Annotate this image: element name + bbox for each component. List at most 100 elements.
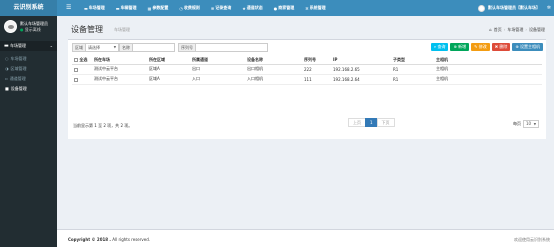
square-icon: ▫	[5, 76, 8, 81]
star-icon: ★	[242, 5, 246, 11]
car-icon: ▬	[115, 5, 120, 11]
circle-icon: ○	[5, 56, 9, 61]
topnav-system[interactable]: ✲ 系统管理	[305, 5, 325, 11]
next-page-button[interactable]: 下页	[376, 118, 395, 127]
breadcrumb: ⌂ 首页 › 车场管理 › 设备管理	[489, 27, 545, 33]
table-cell: 入口	[190, 74, 245, 85]
table-row[interactable]: 测试中云平台 区域A 出口 出口相机 222 192.168.2.65 R1 主…	[72, 64, 542, 75]
row-checkbox[interactable]	[74, 67, 78, 72]
column-header[interactable]: IP	[331, 56, 391, 65]
camera-icon: ⊕	[515, 44, 519, 49]
name-input[interactable]	[133, 43, 175, 52]
table-row[interactable]: 测试中云平台 区域A 入口 入口相机 111 192.168.2.64 R1 主…	[72, 74, 542, 85]
car-icon: ▬	[84, 5, 88, 11]
circle-icon: ◑	[5, 66, 9, 71]
action-buttons: ⌕ 查询 ⊕ 新增 ✎ 修改 ✖ 删除 ⊕ 设置主相机	[430, 43, 543, 51]
gear-icon: ✲	[305, 5, 309, 11]
page-subtitle: 车场管理	[114, 27, 130, 32]
table-cell: 主相机	[434, 74, 542, 85]
table-cell: 192.168.2.65	[331, 64, 391, 75]
area-select[interactable]: 请选择 ▼	[86, 43, 119, 52]
prev-page-button[interactable]: 上页	[348, 118, 366, 127]
search-form: 区域 请选择 ▼ 名称 序列号	[72, 43, 268, 52]
breadcrumb-separator: ›	[503, 27, 506, 32]
hamburger-icon[interactable]: ☰	[66, 5, 71, 11]
column-header[interactable]: 主相机	[434, 56, 542, 65]
delete-button[interactable]: ✖ 删除	[491, 43, 511, 51]
page-footer: Copyright © 2018 . All rights reserved. …	[57, 229, 554, 247]
breadcrumb-parking[interactable]: 车场管理	[507, 27, 523, 33]
status-dot-icon: ●	[20, 27, 24, 32]
copyright: Copyright © 2018 . All rights reserved.	[68, 237, 151, 242]
select-all-header[interactable]: 全选	[72, 56, 92, 65]
column-header[interactable]: 所在区域	[147, 56, 190, 65]
user-menu-label: 默认车场管理员【默认车场】	[488, 5, 540, 10]
area-label: 区域	[72, 43, 86, 52]
top-navbar: 云识别系统 ☰ ▬ 车场管理 ▬ 车辆管理 ▦ 参数配置 ◷ 收费规则 ≡ 记录查询 ★ 通…	[0, 0, 554, 16]
topnav-merchants[interactable]: ● 商家管理	[274, 5, 295, 11]
table-cell: R1	[391, 64, 434, 75]
topnav-channel-status[interactable]: ★ 通道状态	[242, 5, 263, 11]
square-icon: ■	[5, 86, 9, 91]
car-icon: ▬	[4, 43, 9, 49]
name-label: 名称	[119, 43, 133, 52]
select-all-checkbox[interactable]	[74, 57, 78, 62]
device-list-panel: 区域 请选择 ▼ 名称 序列号 ⌕ 查询 ⊕ 新增 ✎ 修改 ✖ 删除 ⊕ 设置主…	[68, 39, 546, 139]
column-header[interactable]: 所属通道	[190, 56, 245, 65]
table-cell: 区域A	[147, 64, 190, 75]
sidebar-item-devices[interactable]: ■ 设备管理	[0, 84, 57, 94]
row-select-cell[interactable]	[72, 74, 92, 85]
app-logo[interactable]: 云识别系统	[0, 0, 57, 16]
topnav-vehicles[interactable]: ▬ 车辆管理	[116, 5, 137, 11]
chevron-down-icon: ▼	[533, 122, 536, 126]
pagination: 上页 1 下页	[348, 118, 395, 127]
avatar	[478, 4, 485, 12]
search-button[interactable]: ⌕ 查询	[430, 43, 449, 51]
add-button[interactable]: ⊕ 新增	[450, 43, 470, 51]
table-cell: 主相机	[434, 64, 542, 75]
settings-icon[interactable]: ✲	[547, 5, 551, 11]
device-table: 全选 所在车场 所在区域 所属通道 设备名称 序列号 IP 子类型 主相机 测试…	[72, 56, 542, 85]
home-icon: ⌂	[489, 27, 492, 32]
topnav-parking[interactable]: ▬ 车场管理	[84, 5, 105, 11]
breadcrumb-separator: ›	[525, 27, 527, 32]
welcome-text: 欢迎使用云识别系统	[514, 237, 550, 242]
user-menu[interactable]: 默认车场管理员【默认车场】	[478, 0, 540, 16]
sidebar-section-parking[interactable]: ▬ 车场管理 ⌄	[0, 41, 57, 51]
breadcrumb-current: 设备管理	[529, 27, 545, 32]
search-icon: ⌕	[433, 44, 437, 49]
sidebar: 默认车场管理员 ● 显示离线 ▬ 车场管理 ⌄ ○ 车场管理 ◑ 区域管理 ▫ 通道管…	[0, 16, 57, 247]
row-checkbox[interactable]	[74, 77, 78, 82]
column-header[interactable]: 所在车场	[92, 56, 147, 65]
table-cell: 测试中云平台	[92, 64, 147, 75]
table-cell: R1	[391, 74, 434, 85]
sidebar-section-label: 车场管理	[10, 43, 27, 48]
topnav-params[interactable]: ▦ 参数配置	[148, 5, 169, 11]
set-master-camera-button[interactable]: ⊕ 设置主相机	[512, 43, 543, 51]
sidebar-item-parking[interactable]: ○ 车场管理	[0, 54, 57, 64]
table-cell: 测试中云平台	[92, 74, 147, 85]
main-content: 设备管理 车场管理 ⌂ 首页 › 车场管理 › 设备管理 区域 请选择 ▼ 名称 …	[57, 16, 554, 229]
serial-input[interactable]	[196, 43, 268, 52]
table-header-row: 全选 所在车场 所在区域 所属通道 设备名称 序列号 IP 子类型 主相机	[72, 56, 542, 65]
sidebar-item-areas[interactable]: ◑ 区域管理	[0, 64, 57, 74]
list-icon: ≡	[210, 5, 215, 11]
top-nav: ▬ 车场管理 ▬ 车辆管理 ▦ 参数配置 ◷ 收费规则 ≡ 记录查询 ★ 通道状态 ● 商家管…	[84, 0, 326, 16]
page-size-control: 每页 10 ▼	[513, 120, 539, 128]
column-header[interactable]: 设备名称	[245, 56, 302, 65]
grid-icon: ▦	[147, 5, 152, 11]
edit-button[interactable]: ✎ 修改	[471, 43, 490, 51]
column-header[interactable]: 序列号	[302, 56, 331, 65]
topnav-records[interactable]: ≡ 记录查询	[211, 5, 231, 11]
avatar	[4, 20, 17, 33]
sidebar-submenu: ○ 车场管理 ◑ 区域管理 ▫ 通道管理 ■ 设备管理	[0, 54, 57, 94]
sidebar-item-channels[interactable]: ▫ 通道管理	[0, 74, 57, 84]
row-select-cell[interactable]	[72, 64, 92, 75]
column-header[interactable]: 子类型	[391, 56, 434, 65]
edit-icon: ✎	[474, 44, 478, 49]
page-size-select[interactable]: 10 ▼	[523, 120, 539, 128]
table-cell: 192.168.2.64	[331, 74, 391, 85]
breadcrumb-home[interactable]: 首页	[494, 27, 502, 33]
topnav-fee-rules[interactable]: ◷ 收费规则	[179, 5, 200, 11]
table-cell: 出口	[190, 64, 245, 75]
